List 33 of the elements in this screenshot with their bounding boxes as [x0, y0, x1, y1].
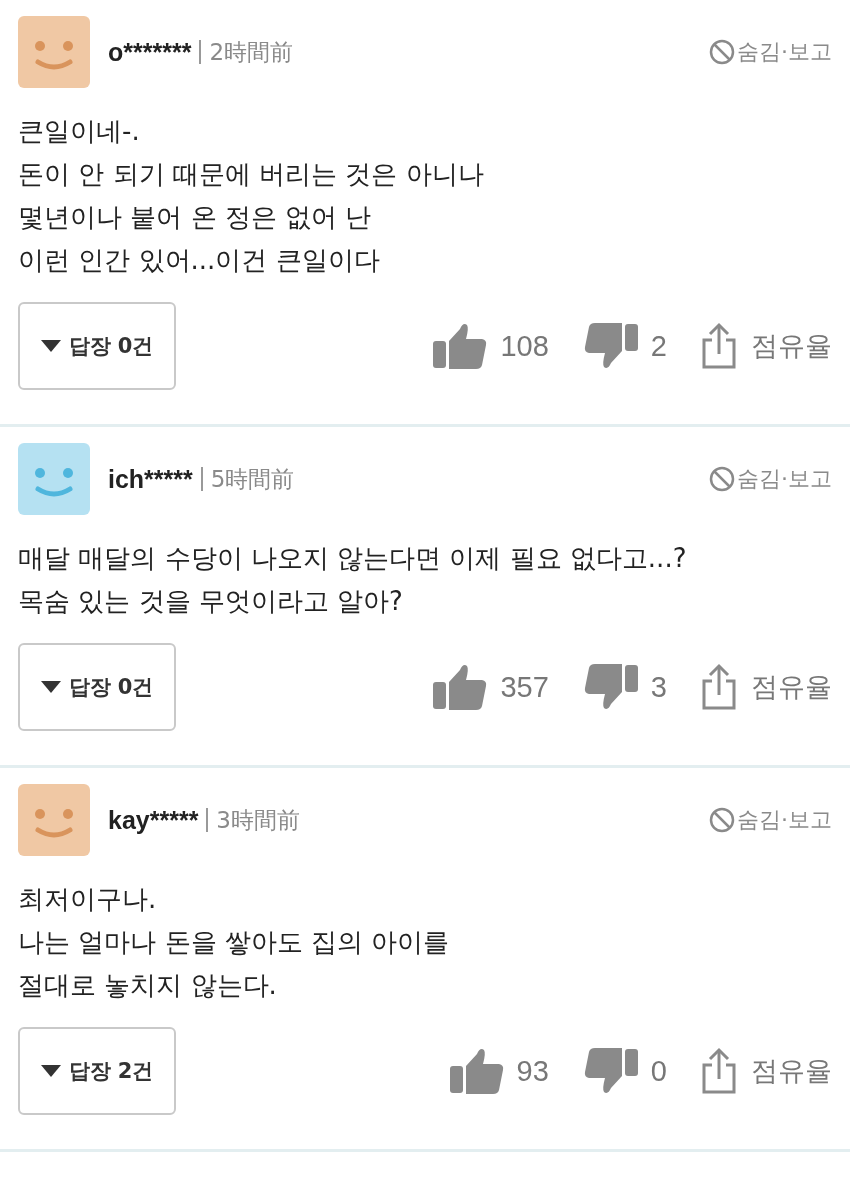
caret-icon: [40, 681, 61, 693]
like-count: 108: [500, 329, 549, 363]
replies-button[interactable]: 답장 2건: [18, 1027, 176, 1115]
replies-button[interactable]: 답장 0건: [18, 302, 176, 390]
timestamp: 5時間前: [210, 464, 295, 494]
thumbs-down-icon[interactable]: [582, 321, 639, 371]
caret-icon: [40, 340, 61, 352]
thumbs-up-icon[interactable]: [432, 662, 489, 712]
thumbs-down-icon[interactable]: [582, 1046, 639, 1096]
thumbs-up-icon[interactable]: [432, 321, 489, 371]
share-button[interactable]: 점유율: [699, 322, 832, 370]
block-icon: [709, 807, 735, 833]
like-count: 357: [500, 670, 549, 704]
dislike-count: 2: [650, 329, 667, 363]
username[interactable]: ich*****: [108, 464, 193, 494]
username[interactable]: kay*****: [108, 805, 199, 835]
replies-button[interactable]: 답장 0건: [18, 643, 176, 731]
share-button[interactable]: 점유율: [699, 1047, 832, 1095]
thumbs-up-icon[interactable]: [448, 1046, 505, 1096]
username[interactable]: o*******: [108, 37, 192, 67]
timestamp: 2時間前: [209, 37, 293, 67]
thumbs-down-icon[interactable]: [582, 662, 639, 712]
like-count: 93: [516, 1054, 549, 1088]
block-icon: [709, 466, 735, 492]
comment-text: 큰일이네-. 돈이 안 되기 때문에 버리는 것은 아니나 몇년이나 붙어 온 정은 없어 난 이런 인간 있어...이건 큰일이다: [18, 115, 485, 277]
dislike-count: 0: [650, 1054, 667, 1088]
share-button[interactable]: 점유율: [699, 663, 832, 711]
dislike-count: 3: [650, 670, 667, 704]
caret-icon: [40, 1065, 61, 1077]
comment-text: 최저이구나. 나는 얼마나 돈을 쌓아도 집의 아이를 절대로 놓치지 않는다.: [18, 883, 451, 1002]
comment-text: 매달 매달의 수당이 나오지 않는다면 이제 필요 없다고...? 목숨 있는 것을 무엇이라고 알아?: [18, 542, 688, 618]
timestamp: 3時間前: [216, 805, 300, 835]
block-icon: [709, 39, 735, 65]
